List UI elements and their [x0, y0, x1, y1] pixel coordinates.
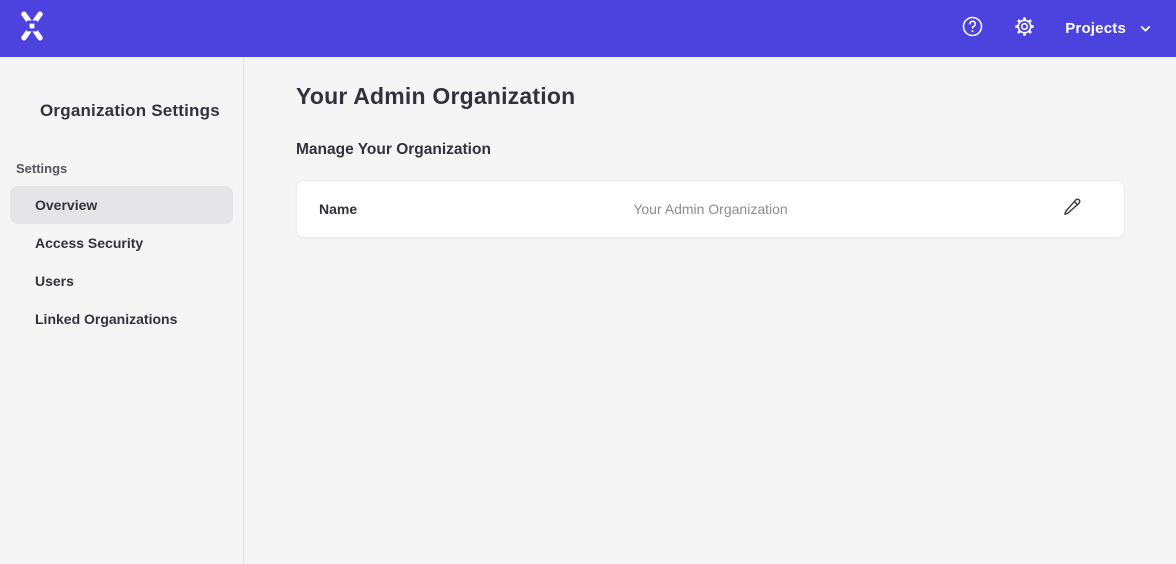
name-field-value: Your Admin Organization — [633, 201, 787, 217]
sidebar-item-access-security[interactable]: Access Security — [10, 224, 233, 262]
projects-label: Projects — [1065, 20, 1126, 37]
section-title: Manage Your Organization — [296, 141, 1176, 159]
settings-button[interactable] — [1011, 16, 1037, 42]
app-logo[interactable] — [15, 12, 49, 46]
projects-dropdown[interactable]: Projects — [1065, 20, 1152, 37]
sidebar-item-label: Users — [35, 273, 74, 289]
sidebar-nav: Overview Access Security Users Linked Or… — [0, 186, 243, 338]
sidebar-section-label: Settings — [16, 161, 243, 176]
navbar-actions: Projects — [959, 16, 1152, 42]
sidebar-title: Organization Settings — [0, 101, 243, 121]
x-logo-icon — [17, 11, 47, 46]
sidebar-item-label: Access Security — [35, 235, 143, 251]
sidebar-item-overview[interactable]: Overview — [10, 186, 233, 224]
chevron-down-icon — [1139, 22, 1152, 35]
main-content: Your Admin Organization Manage Your Orga… — [244, 57, 1176, 564]
sidebar-item-label: Overview — [35, 197, 97, 213]
help-circle-icon — [961, 15, 984, 43]
page-body: Organization Settings Settings Overview … — [0, 57, 1176, 564]
help-button[interactable] — [959, 16, 985, 42]
pencil-icon — [1062, 197, 1082, 222]
page-title: Your Admin Organization — [296, 83, 1176, 110]
name-field-label: Name — [319, 201, 357, 217]
edit-name-button[interactable] — [1060, 197, 1084, 221]
sidebar-item-linked-organizations[interactable]: Linked Organizations — [10, 300, 233, 338]
settings-sidebar: Organization Settings Settings Overview … — [0, 57, 244, 564]
sidebar-item-users[interactable]: Users — [10, 262, 233, 300]
sidebar-item-label: Linked Organizations — [35, 311, 177, 327]
gear-icon — [1013, 15, 1036, 43]
organization-name-card: Name Your Admin Organization — [296, 180, 1125, 238]
top-navbar: Projects — [0, 0, 1176, 57]
